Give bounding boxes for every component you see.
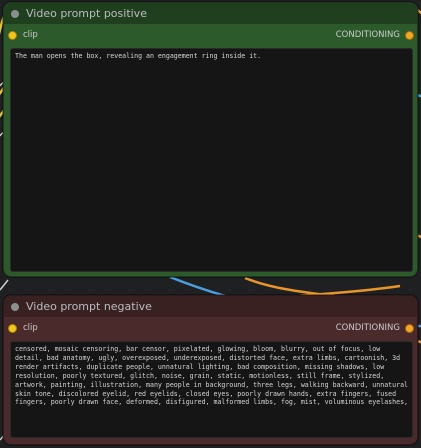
negative-prompt-textarea[interactable]: censored, mosaic censoring, bar censor, … bbox=[10, 341, 413, 438]
node-title: Video prompt positive bbox=[26, 7, 147, 20]
clip-input-slot[interactable]: clip bbox=[4, 323, 38, 333]
conditioning-output-label: CONDITIONING bbox=[335, 323, 400, 333]
clip-input-slot[interactable]: clip bbox=[4, 30, 38, 40]
conditioning-output-slot[interactable]: CONDITIONING bbox=[336, 30, 417, 40]
node-title-bar[interactable]: Video prompt positive bbox=[4, 3, 417, 24]
wire-between-white bbox=[0, 279, 9, 291]
conditioning-output-dot-icon[interactable] bbox=[405, 323, 414, 333]
collapse-dot-icon[interactable] bbox=[11, 302, 19, 311]
conditioning-output-slot[interactable]: CONDITIONING bbox=[336, 323, 417, 333]
clip-input-dot-icon[interactable] bbox=[8, 323, 17, 333]
positive-prompt-textarea[interactable]: The man opens the box, revealing an enga… bbox=[10, 48, 413, 272]
conditioning-output-label: CONDITIONING bbox=[335, 30, 400, 40]
video-prompt-positive-node[interactable]: Video prompt positive clip CONDITIONING … bbox=[3, 2, 418, 277]
node-title: Video prompt negative bbox=[26, 300, 152, 313]
collapse-dot-icon[interactable] bbox=[11, 9, 19, 18]
conditioning-output-dot-icon[interactable] bbox=[405, 30, 414, 40]
clip-input-dot-icon[interactable] bbox=[8, 30, 17, 40]
slot-row: clip CONDITIONING bbox=[4, 26, 417, 44]
wire-between-blue bbox=[169, 275, 226, 298]
slot-row: clip CONDITIONING bbox=[4, 319, 417, 337]
clip-input-label: clip bbox=[23, 30, 38, 40]
clip-input-label: clip bbox=[23, 323, 38, 333]
node-title-bar[interactable]: Video prompt negative bbox=[4, 296, 417, 317]
video-prompt-negative-node[interactable]: Video prompt negative clip CONDITIONING … bbox=[3, 295, 418, 445]
